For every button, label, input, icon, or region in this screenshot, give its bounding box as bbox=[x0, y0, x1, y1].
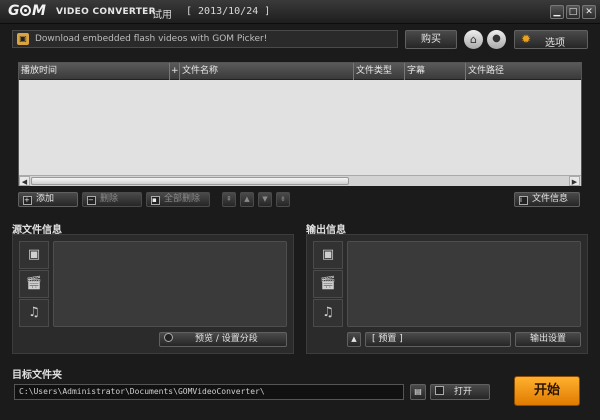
add-button[interactable]: + 添加 bbox=[18, 192, 78, 207]
folder-icon bbox=[435, 386, 444, 395]
home-icon[interactable]: ⌂ bbox=[464, 30, 483, 49]
sort-icon[interactable]: + bbox=[170, 63, 180, 80]
output-panel: ▣ 🎬︎ ♫ ▲ [ 预置 ] 输出设置 bbox=[306, 234, 588, 354]
move-bottom-icon[interactable]: ⇟ bbox=[276, 192, 290, 207]
video-icon: ▣ bbox=[19, 241, 49, 269]
title-bar: GM VIDEO CONVERTER 试用 [ 2013/10/24 ] ▁ □… bbox=[0, 0, 600, 24]
horizontal-scrollbar[interactable]: ◀ ▶ bbox=[19, 175, 581, 186]
remove-button[interactable]: − 删除 bbox=[82, 192, 142, 207]
close-icon[interactable]: ✕ bbox=[582, 5, 596, 19]
preview-segment-button[interactable]: 预览 / 设置分段 bbox=[159, 332, 287, 347]
move-up-icon[interactable]: ▲ bbox=[240, 192, 254, 207]
app-subtitle: VIDEO CONVERTER bbox=[56, 7, 156, 17]
minimize-icon[interactable]: ▁ bbox=[550, 5, 564, 19]
minus-icon: − bbox=[87, 196, 96, 205]
preset-up-icon[interactable]: ▲ bbox=[347, 332, 361, 347]
chat-icon[interactable]: ● bbox=[487, 30, 506, 49]
col-subtitle[interactable]: 字幕 bbox=[405, 63, 466, 80]
gom-logo: GM bbox=[8, 3, 46, 19]
preset-button[interactable]: [ 预置 ] bbox=[365, 332, 511, 347]
gear-icon: ✹ bbox=[521, 32, 532, 46]
scroll-right-icon[interactable]: ▶ bbox=[569, 176, 580, 186]
remove-all-button[interactable]: ▪ 全部删除 bbox=[146, 192, 210, 207]
clear-all-icon: ▪ bbox=[151, 196, 160, 205]
options-button[interactable]: ✹ 选项 bbox=[514, 30, 588, 49]
col-file-type[interactable]: 文件类型 bbox=[354, 63, 405, 80]
source-panel: ▣ 🎬︎ ♫ 预览 / 设置分段 bbox=[12, 234, 294, 354]
maximize-icon[interactable]: □ bbox=[566, 5, 580, 19]
destination-title: 目标文件夹 bbox=[12, 370, 62, 381]
destination-path-input[interactable]: C:\Users\Administrator\Documents\GOMVide… bbox=[14, 384, 404, 400]
buy-button[interactable]: 购买 bbox=[405, 30, 457, 49]
banner-text: Download embedded flash videos with GOM … bbox=[35, 34, 268, 44]
file-list-header: 播放时间 + 文件名称 文件类型 字幕 文件路径 bbox=[19, 63, 581, 80]
browse-icon[interactable]: ▤ bbox=[410, 384, 426, 400]
scroll-left-icon[interactable]: ◀ bbox=[19, 176, 30, 186]
music-icon: ♫ bbox=[313, 299, 343, 327]
clapper-icon: 🎬︎ bbox=[19, 270, 49, 298]
output-settings-button[interactable]: 输出设置 bbox=[515, 332, 581, 347]
col-duration[interactable]: 播放时间 bbox=[19, 63, 170, 80]
scroll-thumb[interactable] bbox=[31, 177, 349, 185]
start-button[interactable]: 开始 bbox=[514, 376, 580, 406]
plus-icon: + bbox=[23, 196, 32, 205]
col-file-path[interactable]: 文件路径 bbox=[466, 63, 581, 80]
info-icon: i bbox=[519, 196, 528, 205]
picker-icon: ▣ bbox=[17, 33, 29, 45]
music-icon: ♫ bbox=[19, 299, 49, 327]
video-icon: ▣ bbox=[313, 241, 343, 269]
open-folder-button[interactable]: 打开 bbox=[430, 384, 490, 400]
trial-label: 试用 bbox=[152, 10, 172, 21]
promo-banner[interactable]: ▣ Download embedded flash videos with GO… bbox=[12, 30, 398, 48]
output-info-box bbox=[347, 241, 581, 327]
eye-icon bbox=[164, 333, 173, 342]
col-file-name[interactable]: 文件名称 bbox=[180, 63, 354, 80]
move-top-icon[interactable]: ⇞ bbox=[222, 192, 236, 207]
move-down-icon[interactable]: ▼ bbox=[258, 192, 272, 207]
clapper-icon: 🎬︎ bbox=[313, 270, 343, 298]
options-label: 选项 bbox=[545, 38, 565, 49]
source-info-box bbox=[53, 241, 287, 327]
file-list[interactable]: 播放时间 + 文件名称 文件类型 字幕 文件路径 ◀ ▶ bbox=[18, 62, 582, 186]
file-info-button[interactable]: i 文件信息 bbox=[514, 192, 580, 207]
build-date: [ 2013/10/24 ] bbox=[186, 6, 271, 17]
